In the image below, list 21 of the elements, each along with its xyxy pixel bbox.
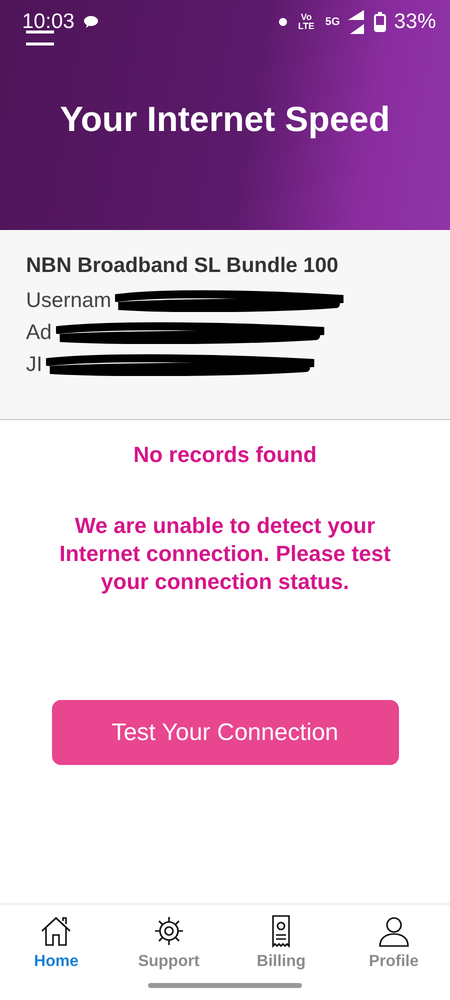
nav-tab[interactable]: Billing bbox=[225, 905, 338, 1000]
account-detail: Ad bbox=[26, 321, 52, 345]
no-records-message: No records found bbox=[132, 442, 318, 468]
message-icon bbox=[82, 15, 99, 29]
signal-icon bbox=[348, 10, 366, 34]
account-detail: JI bbox=[26, 353, 42, 377]
account-detail: Usernam bbox=[26, 289, 112, 313]
test-connection-button[interactable]: Test Your Connection bbox=[52, 700, 398, 765]
page-title: Your Internet Speed bbox=[59, 100, 391, 140]
connection-warning: We are unable to detect your Internet connection. Please test your connection status. bbox=[58, 512, 392, 596]
status-time: 10:03 bbox=[22, 10, 75, 34]
battery-percent: 33% bbox=[394, 10, 436, 34]
nav-tab[interactable]: Home bbox=[0, 905, 112, 1000]
nav-tab[interactable]: Profile bbox=[338, 905, 450, 1000]
nav-tab[interactable]: Support bbox=[112, 905, 225, 1000]
dot-icon bbox=[279, 18, 288, 26]
battery-icon bbox=[374, 12, 386, 32]
plan-name: NBN Broadband SL Bundle 100 bbox=[26, 254, 340, 278]
menu-icon[interactable] bbox=[26, 30, 54, 46]
network-type: 5G bbox=[325, 16, 340, 28]
volte-indicator: Vo LTE bbox=[297, 13, 316, 31]
